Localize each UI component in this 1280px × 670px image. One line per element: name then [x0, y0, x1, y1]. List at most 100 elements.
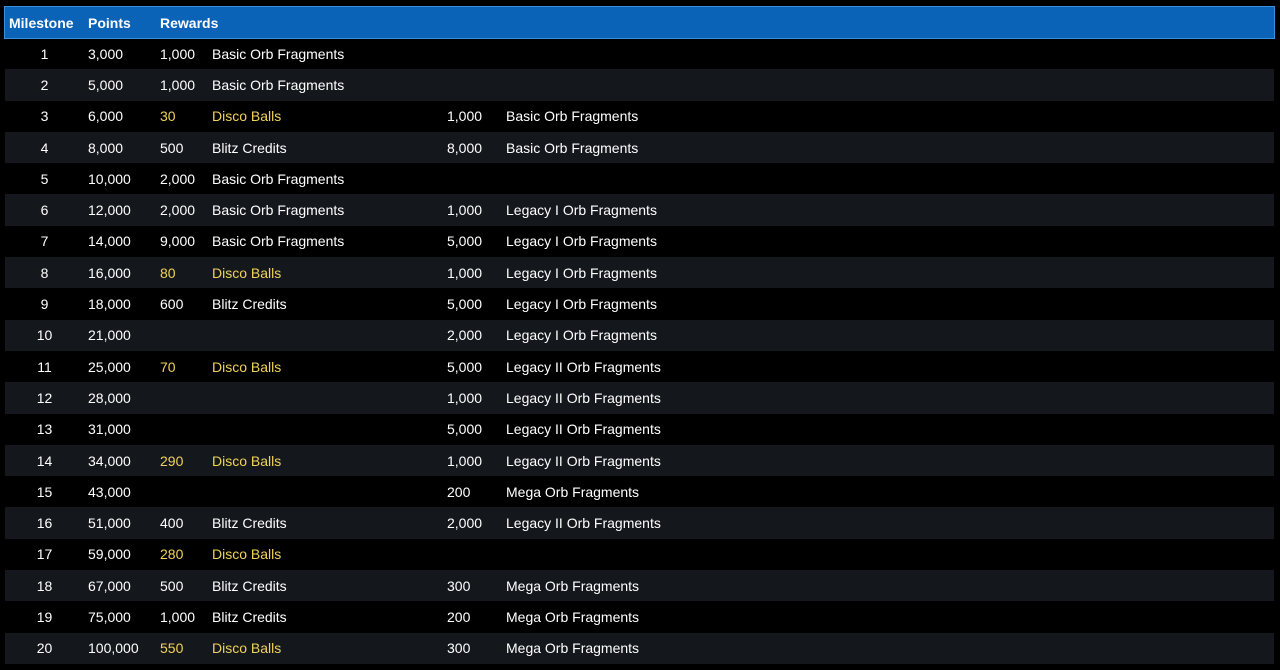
cell-reward-1-item: [208, 414, 443, 445]
cell-milestone: 3: [40, 108, 49, 125]
cell-reward-2-quantity: 2,000: [447, 515, 483, 532]
cell-milestone: 12: [36, 389, 53, 406]
cell-reward-1-item: Basic Orb Fragments: [212, 76, 345, 93]
cell-reward-1-item: Blitz Credits: [212, 608, 287, 625]
cell-reward-2-quantity: 300: [447, 577, 471, 594]
cell-reward-2-quantity: 1,000: [447, 389, 483, 406]
cell-points: 12,000: [88, 202, 131, 219]
cell-milestone: 16: [36, 515, 53, 532]
cell-reward-1-quantity: 600: [160, 296, 184, 313]
cell-reward-2-item: Legacy I Orb Fragments: [506, 264, 657, 281]
table-row: 5 10,000 2,000 Basic Orb Fragments: [5, 163, 1274, 195]
table-row: 10 21,000 2,000 Legacy I Orb Fragments: [5, 319, 1274, 351]
cell-reward-1-quantity: 1,000: [160, 45, 196, 62]
cell-reward-1-item: Disco Balls: [212, 452, 282, 469]
milestone-rewards-table: Milestone Points Rewards 1 3,000 1,000 Basi…: [4, 6, 1275, 664]
cell-reward-1-quantity: [156, 476, 208, 507]
cell-reward-1-item: [208, 476, 443, 507]
cell-reward-2-quantity: 1,000: [447, 202, 483, 219]
table-body: 1 3,000 1,000 Basic Orb Fragments 2 5,000 1,00…: [5, 38, 1274, 664]
cell-reward-1-quantity: 80: [160, 264, 176, 281]
cell-reward-1-item: [208, 320, 443, 351]
cell-reward-2-quantity: 5,000: [447, 233, 483, 250]
cell-reward-1-quantity: 1,000: [160, 76, 196, 93]
table-row: 20 100,000 550 Disco Balls 300 Mega Orb Fragm…: [5, 632, 1274, 664]
cell-points: 31,000: [88, 421, 131, 438]
cell-points: 59,000: [88, 546, 131, 563]
cell-reward-2-quantity: 5,000: [447, 296, 483, 313]
cell-reward-1-item: Basic Orb Fragments: [212, 45, 345, 62]
cell-points: 75,000: [88, 608, 131, 625]
cell-reward-2-quantity: 5,000: [447, 421, 483, 438]
table-row: 18 67,000 500 Blitz Credits 300 Mega Orb Frag…: [5, 570, 1274, 602]
cell-reward-1-quantity: [156, 414, 208, 445]
cell-reward-1-quantity: [156, 382, 208, 413]
cell-reward-1-quantity: 550: [160, 640, 184, 657]
cell-reward-2-item: Legacy II Orb Fragments: [506, 358, 661, 375]
cell-reward-1-quantity: 500: [160, 139, 184, 156]
table-row: 15 43,000 200 Mega Orb Fragments: [5, 476, 1274, 508]
cell-milestone: 4: [40, 139, 49, 156]
cell-points: 5,000: [88, 76, 124, 93]
cell-milestone: 7: [40, 233, 49, 250]
cell-milestone: 18: [36, 577, 53, 594]
cell-reward-2-item: Mega Orb Fragments: [506, 577, 640, 594]
cell-reward-2-quantity: [443, 69, 502, 100]
table-row: 9 18,000 600 Blitz Credits 5,000 Legacy I Orb…: [5, 288, 1274, 320]
cell-reward-2-item: Legacy I Orb Fragments: [506, 202, 657, 219]
cell-reward-1-item: Basic Orb Fragments: [212, 170, 345, 187]
table-row: 17 59,000 280 Disco Balls: [5, 538, 1274, 571]
cell-reward-2-item: Mega Orb Fragments: [506, 608, 640, 625]
cell-milestone: 8: [40, 264, 49, 281]
cell-reward-1-item: Basic Orb Fragments: [212, 202, 345, 219]
cell-points: 10,000: [88, 170, 131, 187]
cell-milestone: 6: [40, 202, 49, 219]
cell-reward-2-quantity: 200: [447, 483, 471, 500]
cell-reward-1-item: [208, 382, 443, 413]
cell-reward-2-quantity: 300: [447, 640, 471, 657]
table-row: 13 31,000 5,000 Legacy II Orb Fragments: [5, 413, 1274, 445]
cell-reward-1-quantity: 290: [160, 452, 184, 469]
table-row: 4 8,000 500 Blitz Credits 8,000 Basic Orb Fra…: [5, 131, 1274, 164]
cell-reward-1-quantity: 1,000: [160, 608, 196, 625]
cell-milestone: 1: [40, 45, 49, 62]
cell-reward-2-quantity: 1,000: [447, 108, 483, 125]
cell-points: 28,000: [88, 389, 131, 406]
cell-reward-2-quantity: 1,000: [447, 452, 483, 469]
cell-reward-2-item: [502, 38, 1274, 69]
cell-reward-2-item: Basic Orb Fragments: [506, 139, 639, 156]
cell-reward-1-item: Disco Balls: [212, 358, 282, 375]
cell-reward-1-quantity: 500: [160, 577, 184, 594]
cell-reward-2-item: Mega Orb Fragments: [506, 483, 640, 500]
milestone-rewards-table-container: Milestone Points Rewards 1 3,000 1,000 Basi…: [4, 6, 1275, 664]
cell-reward-1-quantity: 400: [160, 515, 184, 532]
cell-reward-1-item: Basic Orb Fragments: [212, 233, 345, 250]
cell-reward-2-quantity: 1,000: [447, 264, 483, 281]
cell-reward-2-quantity: 8,000: [447, 139, 483, 156]
cell-reward-2-quantity: [443, 163, 502, 194]
cell-reward-1-item: Disco Balls: [212, 640, 282, 657]
table-row: 19 75,000 1,000 Blitz Credits 200 Mega Orb Fr…: [5, 601, 1274, 633]
cell-milestone: 9: [40, 296, 49, 313]
cell-points: 34,000: [88, 452, 131, 469]
cell-points: 51,000: [88, 515, 131, 532]
cell-points: 8,000: [88, 139, 124, 156]
cell-reward-2-item: Legacy I Orb Fragments: [506, 296, 657, 313]
cell-milestone: 14: [36, 452, 53, 469]
cell-reward-2-quantity: [443, 38, 502, 69]
cell-reward-1-item: Blitz Credits: [212, 139, 287, 156]
cell-reward-2-item: Basic Orb Fragments: [506, 108, 639, 125]
cell-reward-1-item: Disco Balls: [212, 108, 282, 125]
table-row: 3 6,000 30 Disco Balls 1,000 Basic Orb Fragme…: [5, 100, 1274, 132]
cell-reward-1-quantity: 70: [160, 358, 176, 375]
cell-milestone: 5: [40, 170, 49, 187]
table-row: 1 3,000 1,000 Basic Orb Fragments: [5, 38, 1274, 70]
cell-points: 14,000: [88, 233, 131, 250]
cell-milestone: 20: [36, 640, 53, 657]
cell-reward-2-item: [502, 69, 1274, 100]
cell-reward-1-quantity: 2,000: [160, 170, 196, 187]
table-row: 7 14,000 9,000 Basic Orb Fragments 5,000 Lega…: [5, 225, 1274, 258]
cell-reward-2-quantity: 5,000: [447, 358, 483, 375]
cell-milestone: 13: [36, 421, 53, 438]
table-row: 16 51,000 400 Blitz Credits 2,000 Legacy II O…: [5, 507, 1274, 539]
